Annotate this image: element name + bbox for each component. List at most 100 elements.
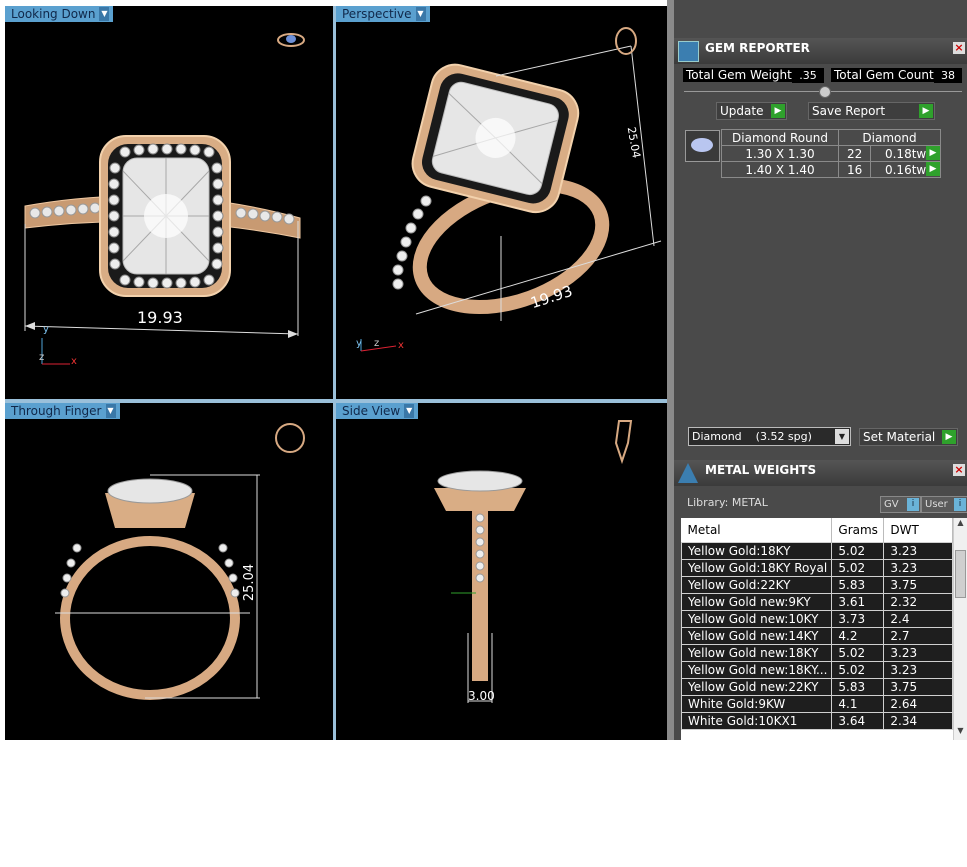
metal-name: White Gold:10KX1: [681, 712, 833, 730]
metal-weights-header: METAL WEIGHTS ×: [674, 460, 967, 486]
metal-row[interactable]: Yellow Gold new:9KY 3.61 2.32: [681, 593, 953, 611]
metal-name: White Gold:9KW: [681, 695, 833, 713]
metal-dwt: 2.32: [883, 593, 953, 611]
gem-row[interactable]: 1.40 X 1.40 16 0.16tw: [721, 161, 941, 178]
save-report-button-label: Save Report: [812, 104, 886, 118]
column-header-metal[interactable]: Metal: [681, 518, 833, 543]
viewport-side-view[interactable]: 3.00 Side View ▼: [336, 403, 667, 740]
dimension-width-label: 19.93: [137, 308, 183, 327]
metal-row[interactable]: Yellow Gold new:22KY 5.83 3.75: [681, 678, 953, 696]
metal-dwt: 3.23: [883, 542, 953, 560]
metal-row[interactable]: Yellow Gold:18KY 5.02 3.23: [681, 542, 953, 560]
viewport-tab-looking-down[interactable]: Looking Down ▼: [5, 6, 114, 22]
panel-divider[interactable]: [667, 0, 674, 740]
gem-thumbnail-icon: [685, 130, 720, 162]
scroll-up-icon[interactable]: ▲: [954, 518, 967, 532]
metal-grams: 3.64: [831, 712, 885, 730]
metal-weights-title: METAL WEIGHTS: [705, 463, 817, 477]
metal-row[interactable]: White Gold:9KW 4.1 2.64: [681, 695, 953, 713]
axis-x-label: x: [398, 340, 404, 351]
column-header-grams[interactable]: Grams: [831, 518, 885, 543]
viewport-tab-through-finger[interactable]: Through Finger ▼: [5, 403, 120, 419]
user-toggle[interactable]: User i: [921, 496, 967, 513]
viewport-divider-vertical[interactable]: [333, 6, 336, 740]
column-header-dwt[interactable]: DWT: [883, 518, 953, 543]
metal-row[interactable]: Yellow Gold new:10KY 3.73 2.4: [681, 610, 953, 628]
play-icon: ▶: [942, 430, 956, 444]
metal-grams: 5.02: [831, 644, 885, 662]
metal-row[interactable]: White Gold:10KX1 3.64 2.34: [681, 712, 953, 730]
metal-table-scrollbar[interactable]: ▲ ▼: [953, 518, 967, 740]
metal-name: Yellow Gold new:14KY: [681, 627, 833, 645]
axis-x-label: x: [71, 356, 77, 367]
metal-row[interactable]: Yellow Gold new:18KY 5.02 3.23: [681, 644, 953, 662]
gem-count: 16: [837, 161, 872, 178]
scroll-down-icon[interactable]: ▼: [954, 726, 967, 740]
metal-grams: 5.02: [831, 559, 885, 577]
metal-name: Yellow Gold new:18KY: [681, 644, 833, 662]
metal-table-container: Metal Grams DWT Yellow Gold:18KY 5.02 3.23…: [681, 518, 953, 740]
chevron-down-icon[interactable]: ▼: [105, 404, 116, 418]
viewport-divider-horizontal[interactable]: [5, 399, 667, 403]
chevron-down-icon[interactable]: ▼: [404, 404, 415, 418]
set-material-button[interactable]: Set Material ▶: [859, 428, 958, 446]
viewport-looking-down[interactable]: 19.93 y z x Looking Down ▼: [5, 6, 333, 399]
metal-grams: 4.2: [831, 627, 885, 645]
gv-toggle[interactable]: GV i: [880, 496, 921, 513]
user-toggle-label: User: [925, 499, 948, 510]
metal-row[interactable]: Yellow Gold:22KY 5.83 3.75: [681, 576, 953, 594]
gem-row-select-button[interactable]: ▶: [926, 162, 940, 176]
metal-dwt: 2.64: [883, 695, 953, 713]
update-button[interactable]: Update ▶: [716, 102, 787, 120]
ring-front-view: [55, 423, 305, 700]
gem-row-select-button[interactable]: ▶: [926, 146, 940, 160]
metal-dwt: 2.4: [883, 610, 953, 628]
material-select[interactable]: Diamond (3.52 spg) ▼: [688, 427, 851, 446]
metal-grams: 5.83: [831, 576, 885, 594]
metal-dwt: 3.75: [883, 576, 953, 594]
metal-row[interactable]: Yellow Gold:18KY Royal 5.02 3.23: [681, 559, 953, 577]
axis-y-label: y: [43, 324, 49, 335]
viewport-label: Looking Down: [11, 7, 96, 21]
gem-row[interactable]: 1.30 X 1.30 22 0.18tw: [721, 145, 941, 162]
close-icon[interactable]: ×: [953, 464, 965, 476]
metal-name: Yellow Gold:22KY: [681, 576, 833, 594]
viewport-tab-side-view[interactable]: Side View ▼: [336, 403, 419, 419]
viewport-label: Side View: [342, 404, 401, 418]
metal-name: Yellow Gold new:18KY...: [681, 661, 833, 679]
gem-size: 1.40 X 1.40: [721, 161, 839, 178]
total-gem-count-field: 38: [934, 68, 962, 83]
metal-dwt: 3.23: [883, 644, 953, 662]
library-label: Library: METAL: [687, 496, 768, 509]
metal-grams: 4.1: [831, 695, 885, 713]
metal-row[interactable]: Yellow Gold new:18KY... 5.02 3.23: [681, 661, 953, 679]
ring-perspective-view: [360, 27, 662, 352]
metal-grams: 3.73: [831, 610, 885, 628]
gv-toggle-label: GV: [884, 499, 899, 510]
viewport-label: Perspective: [342, 7, 412, 21]
metal-row[interactable]: Yellow Gold new:14KY 4.2 2.7: [681, 627, 953, 645]
dimension-thickness-label: 3.00: [468, 689, 495, 703]
viewport-label: Through Finger: [11, 404, 102, 418]
info-icon: i: [954, 498, 966, 511]
close-icon[interactable]: ×: [953, 42, 965, 54]
chevron-down-icon[interactable]: ▼: [835, 429, 849, 444]
gem-count: 22: [837, 145, 872, 162]
gem-reporter-icon: [678, 41, 699, 62]
viewport-perspective[interactable]: 19.93 25.04 y z x Perspective ▼: [336, 6, 667, 399]
metal-dwt: 3.23: [883, 661, 953, 679]
save-report-button[interactable]: Save Report ▶: [808, 102, 935, 120]
chevron-down-icon[interactable]: ▼: [99, 7, 110, 21]
play-icon: ▶: [919, 104, 933, 118]
total-gem-weight-field: .35: [792, 68, 824, 83]
splitter-handle-icon[interactable]: [819, 86, 831, 98]
flask-icon: [678, 463, 698, 483]
total-gem-weight-label: Total Gem Weight: [683, 68, 795, 82]
metal-grams: 5.02: [831, 661, 885, 679]
viewport-through-finger[interactable]: 25.04 Through Finger ▼: [5, 403, 333, 740]
viewport-tab-perspective[interactable]: Perspective ▼: [336, 6, 430, 22]
metal-grams: 5.02: [831, 542, 885, 560]
chevron-down-icon[interactable]: ▼: [415, 7, 426, 21]
metal-name: Yellow Gold:18KY Royal: [681, 559, 833, 577]
scrollbar-thumb[interactable]: [955, 550, 966, 598]
